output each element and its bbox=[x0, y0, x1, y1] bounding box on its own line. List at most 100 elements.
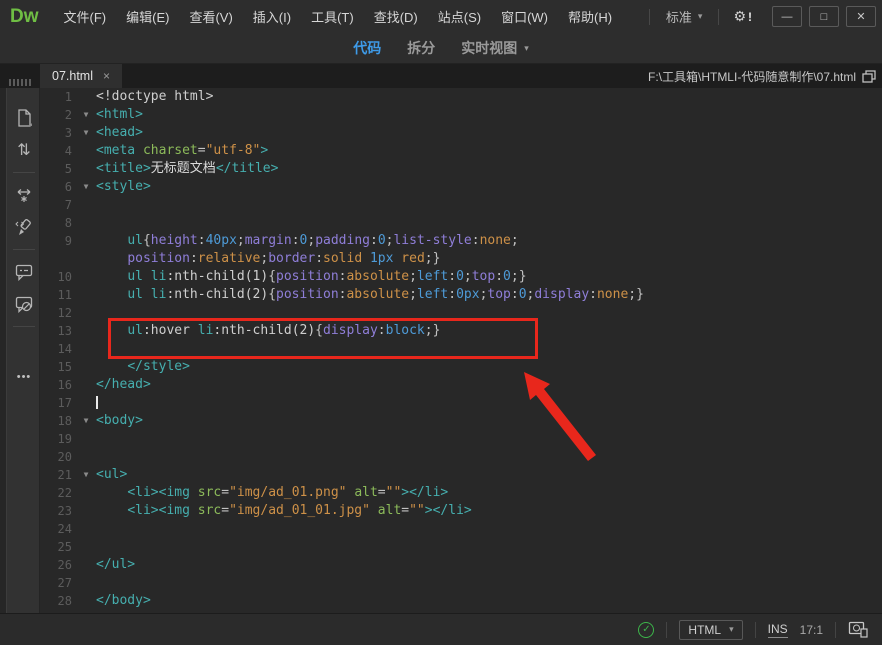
panel-edge bbox=[0, 88, 7, 613]
divider bbox=[648, 8, 650, 25]
line-number: 16 bbox=[57, 378, 72, 392]
open-documents-button[interactable] bbox=[11, 105, 37, 131]
fold-column bbox=[76, 232, 96, 250]
code-line-row: 14 bbox=[40, 340, 882, 358]
menu-item[interactable]: 工具(T) bbox=[302, 2, 363, 31]
status-bar: ✓ HTML ▾ INS 17:1 bbox=[0, 613, 882, 645]
apply-comment-button[interactable] bbox=[11, 259, 37, 285]
menu-bar: 文件(F) 编辑(E) 查看(V) 插入(I) 工具(T) 查找(D) 站点(S) 窗口(W)… bbox=[55, 2, 622, 31]
line-number bbox=[40, 250, 76, 268]
code-line-row: 8 bbox=[40, 214, 882, 232]
menu-item[interactable]: 帮助(H) bbox=[559, 2, 621, 31]
tab-live-view[interactable]: 实时视图 ▾ bbox=[461, 38, 529, 58]
line-number: 27 bbox=[57, 576, 72, 590]
line-number: 7 bbox=[64, 198, 72, 212]
line-number: 2 bbox=[64, 108, 72, 122]
comment-bubble-icon bbox=[15, 264, 33, 281]
code-line-row: 7 bbox=[40, 196, 882, 214]
minimize-button[interactable]: — bbox=[772, 6, 802, 27]
code-line-text: <!doctype html> bbox=[96, 89, 214, 104]
window-controls: — □ ✕ bbox=[772, 6, 876, 27]
menu-item[interactable]: 查看(V) bbox=[180, 2, 241, 31]
check-glyph: ✓ bbox=[642, 624, 651, 635]
code-line-row: 11 ul li:nth-child(2){position:absolute;… bbox=[40, 286, 882, 304]
code-line-row: 15 </style> bbox=[40, 358, 882, 376]
workspace-label: 标准 bbox=[665, 10, 692, 25]
fold-marker-icon[interactable]: ▼ bbox=[76, 124, 96, 142]
line-number: 21 bbox=[57, 468, 72, 482]
fold-column bbox=[76, 376, 96, 394]
dreamweaver-window: Dw 文件(F) 编辑(E) 查看(V) 插入(I) 工具(T) 查找(D) 站点(S) 窗口… bbox=[0, 0, 882, 645]
code-line-text: position:relative;border:solid 1px red;} bbox=[127, 251, 441, 266]
fold-column bbox=[76, 430, 96, 448]
code-line-row: 18 ▼ <body> bbox=[40, 412, 882, 430]
code-line-row: 28 </body> bbox=[40, 592, 882, 610]
fold-marker-icon[interactable]: ▼ bbox=[76, 106, 96, 124]
updown-arrows-icon: ⇅ bbox=[17, 142, 31, 159]
menu-item[interactable]: 窗口(W) bbox=[492, 2, 557, 31]
line-number: 5 bbox=[64, 162, 72, 176]
insert-mode-indicator: INS bbox=[767, 621, 788, 638]
fold-column bbox=[76, 88, 96, 106]
dreamweaver-logo: Dw bbox=[10, 5, 39, 27]
code-line-row: position:relative;border:solid 1px red;} bbox=[40, 250, 882, 268]
code-line-row: 1 <!doctype html> bbox=[40, 88, 882, 106]
fold-column bbox=[76, 394, 96, 412]
line-number: 18 bbox=[57, 414, 72, 428]
fold-column bbox=[76, 286, 96, 304]
sort-lines-button[interactable]: ⇅ bbox=[11, 137, 37, 163]
line-number: 22 bbox=[57, 486, 72, 500]
line-number: 8 bbox=[64, 216, 72, 230]
menu-item[interactable]: 文件(F) bbox=[55, 2, 116, 31]
tab-split-view[interactable]: 拆分 bbox=[407, 38, 435, 58]
menu-item[interactable]: 编辑(E) bbox=[117, 2, 178, 31]
code-line-text: </style> bbox=[127, 359, 190, 374]
divider bbox=[13, 249, 35, 250]
doctype-dropdown[interactable]: HTML ▾ bbox=[679, 619, 743, 640]
document-tab[interactable]: 07.html × bbox=[40, 64, 123, 88]
menu-item[interactable]: 站点(S) bbox=[429, 2, 490, 31]
menu-item[interactable]: 查找(D) bbox=[365, 2, 427, 31]
code-line-text bbox=[96, 394, 98, 412]
document-tab-bar: 07.html × F:\工具箱\HTMLI-代码随意制作\07.html bbox=[0, 64, 882, 88]
format-source-button[interactable] bbox=[11, 214, 37, 240]
fold-marker-icon[interactable]: ▼ bbox=[76, 178, 96, 196]
chevron-down-icon: ▾ bbox=[729, 624, 734, 634]
line-number: 9 bbox=[64, 234, 72, 248]
close-button[interactable]: ✕ bbox=[846, 6, 876, 27]
chevron-down-icon: ▾ bbox=[524, 42, 529, 53]
code-line-row: 17 bbox=[40, 394, 882, 412]
close-tab-icon[interactable]: × bbox=[103, 69, 110, 83]
window-restore-icon[interactable] bbox=[862, 69, 876, 83]
settings-gear-button[interactable]: ⚙ ! bbox=[729, 6, 756, 27]
code-rows: 1 <!doctype html> 2 ▼ <html> 3 ▼ <head> 4 <meta c… bbox=[40, 88, 882, 610]
line-number: 4 bbox=[64, 144, 72, 158]
doctype-label: HTML bbox=[688, 622, 722, 637]
fold-column bbox=[76, 268, 96, 286]
line-number: 17 bbox=[57, 396, 72, 410]
code-line-row: 6 ▼ <style> bbox=[40, 178, 882, 196]
workspace-switcher[interactable]: 标准 ▾ bbox=[660, 3, 709, 30]
code-line-text: <title>无标题文档</title> bbox=[96, 161, 279, 176]
browser-preview-icon[interactable] bbox=[848, 621, 868, 638]
fold-marker-icon[interactable]: ▼ bbox=[76, 466, 96, 484]
code-line-row: 24 bbox=[40, 520, 882, 538]
line-number: 28 bbox=[57, 594, 72, 608]
remove-comment-button[interactable] bbox=[11, 291, 37, 317]
fold-marker-icon[interactable]: ▼ bbox=[76, 412, 96, 430]
notification-badge: ! bbox=[748, 9, 752, 24]
fold-column bbox=[76, 196, 96, 214]
line-number: 11 bbox=[57, 288, 72, 302]
fold-column bbox=[76, 322, 96, 340]
maximize-button[interactable]: □ bbox=[809, 6, 839, 27]
code-line-row: 26 </ul> bbox=[40, 556, 882, 574]
word-wrap-button[interactable] bbox=[11, 182, 37, 208]
line-number: 1 bbox=[64, 90, 72, 104]
code-line-row: 22 <li><img src="img/ad_01.png" alt=""><… bbox=[40, 484, 882, 502]
code-line-row: 16 </head> bbox=[40, 376, 882, 394]
tab-code-view[interactable]: 代码 bbox=[353, 38, 381, 58]
code-editor[interactable]: 1 <!doctype html> 2 ▼ <html> 3 ▼ <head> 4 <meta c… bbox=[40, 88, 882, 613]
menu-item[interactable]: 插入(I) bbox=[244, 2, 300, 31]
code-line-text: ul{height:40px;margin:0;padding:0;list-s… bbox=[127, 233, 519, 248]
more-options-button[interactable]: ••• bbox=[17, 371, 32, 383]
